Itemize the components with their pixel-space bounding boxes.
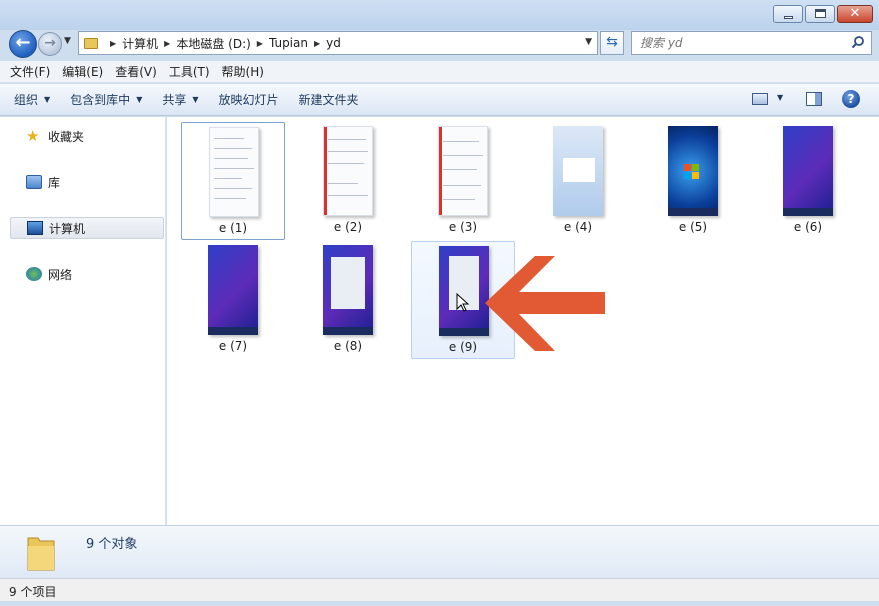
image-thumbnail xyxy=(553,126,603,216)
file-name: e (6) xyxy=(793,220,823,234)
navigation-bar: ← → ▼ ▶ 计算机 ▶ 本地磁盘 (D:) ▶ Tupian ▶ yd ▼ … xyxy=(0,28,879,60)
file-item[interactable]: e (8) xyxy=(296,241,400,359)
mouse-pointer-icon xyxy=(456,293,470,312)
sidebar-item-label: 库 xyxy=(48,175,61,190)
file-list: e (1) e (2) e (3) e (4) e (5) e (6) e (7… xyxy=(167,117,879,525)
menu-tools[interactable]: 工具(T) xyxy=(169,63,210,80)
sidebar-item-label: 计算机 xyxy=(49,221,86,236)
chevron-right-icon[interactable]: ▶ xyxy=(257,39,263,48)
close-icon: ✕ xyxy=(849,6,861,21)
image-thumbnail xyxy=(323,126,373,216)
image-thumbnail xyxy=(323,245,373,335)
item-count: 9 个项目 xyxy=(9,585,57,599)
chevron-down-icon: ▼ xyxy=(136,95,143,104)
preview-pane-icon[interactable] xyxy=(806,92,822,106)
back-button[interactable]: ← xyxy=(9,30,37,58)
change-view-icon[interactable] xyxy=(752,93,768,105)
chevron-right-icon[interactable]: ▶ xyxy=(314,39,320,48)
view-options-dropdown-icon[interactable]: ▼ xyxy=(777,93,783,102)
new-folder-button[interactable]: 新建文件夹 xyxy=(299,91,359,108)
navigation-pane: ★ 收藏夹 库 计算机 网络 xyxy=(0,117,166,525)
menu-bar: 文件(F) 编辑(E) 查看(V) 工具(T) 帮助(H) xyxy=(0,61,879,83)
status-bar: 9 个项目 xyxy=(0,578,879,601)
file-name: e (8) xyxy=(333,339,363,353)
image-thumbnail xyxy=(208,245,258,335)
file-item[interactable]: e (2) xyxy=(296,122,400,240)
file-item[interactable]: e (5) xyxy=(641,122,745,240)
help-icon[interactable]: ? xyxy=(842,90,860,108)
title-bar: ✕ xyxy=(0,0,879,30)
maximize-button[interactable] xyxy=(805,5,835,23)
sidebar-item-computer[interactable]: 计算机 xyxy=(10,217,164,239)
object-count: 9 个对象 xyxy=(86,537,138,552)
share-label: 共享 xyxy=(162,93,187,107)
sidebar-item-libraries[interactable]: 库 xyxy=(10,171,164,193)
organize-label: 组织 xyxy=(14,93,39,107)
image-thumbnail xyxy=(209,127,259,217)
folder-icon xyxy=(84,37,98,49)
file-name: e (1) xyxy=(218,221,248,235)
sidebar-item-favorites[interactable]: ★ 收藏夹 xyxy=(10,125,164,147)
image-thumbnail xyxy=(438,126,488,216)
recent-pages-dropdown[interactable]: ▼ xyxy=(64,36,71,46)
search-icon[interactable] xyxy=(851,35,865,49)
file-item[interactable]: e (3) xyxy=(411,122,515,240)
address-dropdown-icon[interactable]: ▼ xyxy=(585,37,592,47)
breadcrumb-drive-d[interactable]: 本地磁盘 (D:) xyxy=(176,35,250,52)
image-thumbnail xyxy=(668,126,718,216)
file-name: e (4) xyxy=(563,220,593,234)
sidebar-item-label: 收藏夹 xyxy=(48,129,85,144)
refresh-button[interactable]: ⇆ xyxy=(600,31,624,55)
chevron-down-icon: ▼ xyxy=(44,95,51,104)
menu-view[interactable]: 查看(V) xyxy=(115,63,157,80)
file-name: e (7) xyxy=(218,339,248,353)
windows-logo-icon xyxy=(684,164,700,180)
file-item[interactable]: e (4) xyxy=(526,122,630,240)
share-button[interactable]: 共享 ▼ xyxy=(162,91,198,108)
menu-help[interactable]: 帮助(H) xyxy=(222,63,264,80)
chevron-down-icon: ▼ xyxy=(192,95,199,104)
image-thumbnail xyxy=(439,246,489,336)
maximize-icon xyxy=(815,9,826,18)
network-icon xyxy=(26,267,42,281)
minimize-button[interactable] xyxy=(773,5,803,23)
file-name: e (3) xyxy=(448,220,478,234)
library-icon xyxy=(26,175,42,189)
file-name: e (2) xyxy=(333,220,363,234)
minimize-icon xyxy=(784,16,793,19)
file-item[interactable]: e (6) xyxy=(756,122,860,240)
menu-edit[interactable]: 编辑(E) xyxy=(62,63,103,80)
computer-icon xyxy=(27,221,43,235)
star-icon: ★ xyxy=(26,127,40,145)
command-bar: 组织 ▼ 包含到库中 ▼ 共享 ▼ 放映幻灯片 新建文件夹 ▼ ? xyxy=(0,84,879,116)
address-bar[interactable]: ▶ 计算机 ▶ 本地磁盘 (D:) ▶ Tupian ▶ yd ▼ xyxy=(78,31,598,55)
include-library-label: 包含到库中 xyxy=(70,93,131,107)
sidebar-item-network[interactable]: 网络 xyxy=(10,263,164,285)
image-thumbnail xyxy=(783,126,833,216)
refresh-icon: ⇆ xyxy=(606,34,618,50)
breadcrumb-tupian[interactable]: Tupian xyxy=(269,36,308,50)
search-input[interactable] xyxy=(640,33,840,53)
breadcrumb-computer[interactable]: 计算机 xyxy=(122,35,158,52)
search-box[interactable] xyxy=(631,31,872,55)
file-name: e (5) xyxy=(678,220,708,234)
window-controls: ✕ xyxy=(771,5,873,23)
file-item[interactable]: e (7) xyxy=(181,241,285,359)
organize-button[interactable]: 组织 ▼ xyxy=(14,91,50,108)
folder-icon xyxy=(27,537,55,571)
chevron-right-icon[interactable]: ▶ xyxy=(164,39,170,48)
annotation-arrow-icon xyxy=(485,256,605,351)
details-pane: 9 个对象 xyxy=(0,525,879,578)
include-library-button[interactable]: 包含到库中 ▼ xyxy=(70,91,142,108)
sidebar-item-label: 网络 xyxy=(48,267,73,282)
forward-button[interactable]: → xyxy=(38,32,62,56)
menu-file[interactable]: 文件(F) xyxy=(10,63,50,80)
close-button[interactable]: ✕ xyxy=(837,5,873,23)
chevron-right-icon[interactable]: ▶ xyxy=(110,39,116,48)
slideshow-button[interactable]: 放映幻灯片 xyxy=(219,91,279,108)
breadcrumb-yd[interactable]: yd xyxy=(326,36,341,50)
file-item[interactable]: e (1) xyxy=(181,122,285,240)
